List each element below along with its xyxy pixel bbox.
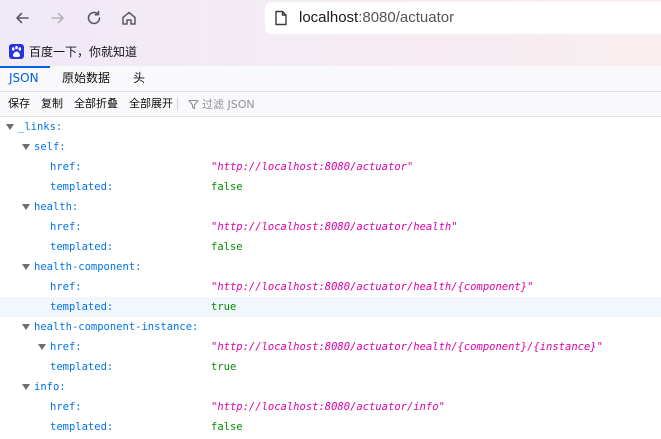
tree-row-health-component[interactable]: health-component: <box>0 257 661 277</box>
expand-twisty-icon[interactable] <box>6 124 14 130</box>
expand-twisty-icon[interactable] <box>22 264 30 270</box>
json-boolean-value: false <box>211 421 243 433</box>
json-boolean-value: false <box>211 181 243 193</box>
active-tab-indicator <box>0 66 50 68</box>
json-string-value: "http://localhost:8080/actuator/info" <box>211 401 445 413</box>
tab-json[interactable]: JSON <box>9 66 39 91</box>
tree-row-info[interactable]: info: <box>0 377 661 397</box>
tree-row-templated[interactable]: templated: false <box>0 237 661 257</box>
json-key: templated: <box>50 241 114 253</box>
json-string-value: "http://localhost:8080/actuator/health/{… <box>211 281 534 293</box>
tree-row-health-component-instance[interactable]: health-component-instance: <box>0 317 661 337</box>
collapse-all-button[interactable]: 全部折叠 <box>74 92 118 116</box>
filter-icon <box>188 99 199 109</box>
json-key: href: <box>50 161 82 173</box>
tree-row-templated[interactable]: templated: false <box>0 177 661 197</box>
home-icon <box>122 11 136 25</box>
arrow-right-icon <box>51 12 64 24</box>
tree-row-links[interactable]: _links: <box>0 117 661 137</box>
reload-button[interactable] <box>82 6 106 30</box>
tab-headers[interactable]: 头 <box>133 66 145 91</box>
tree-row-href[interactable]: href: "http://localhost:8080/actuator/he… <box>0 277 661 297</box>
tree-row-href[interactable]: href: "http://localhost:8080/actuator/he… <box>0 217 661 237</box>
home-button[interactable] <box>117 6 141 30</box>
tree-row-href[interactable]: href: "http://localhost:8080/actuator/in… <box>0 397 661 417</box>
json-key: health-component: <box>34 261 142 273</box>
expand-twisty-icon[interactable] <box>38 344 46 350</box>
json-key: href: <box>50 281 82 293</box>
tree-row-health[interactable]: health: <box>0 197 661 217</box>
expand-all-button[interactable]: 全部展开 <box>129 92 173 116</box>
filter-json-input[interactable]: 过滤 JSON <box>188 92 255 116</box>
json-key: href: <box>50 401 82 413</box>
json-key: templated: <box>50 181 114 193</box>
json-key: templated: <box>50 421 114 433</box>
expand-twisty-icon[interactable] <box>22 204 30 210</box>
expand-twisty-icon[interactable] <box>22 144 30 150</box>
baidu-paw-icon <box>9 44 24 59</box>
tree-row-templated[interactable]: templated: false <box>0 417 661 437</box>
tree-row-templated[interactable]: templated: true <box>0 297 661 317</box>
reload-icon <box>87 10 101 25</box>
tree-row-href[interactable]: href: "http://localhost:8080/actuator" <box>0 157 661 177</box>
toolbar-divider <box>177 97 178 111</box>
bookmark-baidu[interactable]: 百度一下，你就知道 <box>9 43 137 60</box>
back-button[interactable] <box>10 6 34 30</box>
browser-toolbar: localhost:8080/actuator 百度一下，你就知道 <box>0 0 661 66</box>
json-string-value: "http://localhost:8080/actuator/health" <box>211 221 458 233</box>
url-path: :8080/actuator <box>358 9 455 26</box>
save-button[interactable]: 保存 <box>8 92 30 116</box>
arrow-left-icon <box>16 12 29 24</box>
bookmark-label: 百度一下，你就知道 <box>29 45 138 59</box>
json-key: health-component-instance: <box>34 321 199 333</box>
json-key: href: <box>50 221 82 233</box>
copy-button[interactable]: 复制 <box>41 92 63 116</box>
json-string-value: "http://localhost:8080/actuator/health/{… <box>211 341 603 353</box>
json-key: _links: <box>18 121 63 133</box>
viewer-tabs: JSON 原始数据 头 <box>0 66 661 92</box>
forward-button[interactable] <box>46 6 70 30</box>
json-key: templated: <box>50 361 114 373</box>
json-key: href: <box>50 341 82 353</box>
tree-row-href[interactable]: href: "http://localhost:8080/actuator/he… <box>0 337 661 357</box>
json-boolean-value: true <box>211 361 237 373</box>
url-text[interactable]: localhost:8080/actuator <box>299 9 454 26</box>
url-host: localhost <box>299 9 359 26</box>
tab-raw-data[interactable]: 原始数据 <box>62 66 110 91</box>
page-icon <box>275 10 287 26</box>
json-boolean-value: true <box>211 301 237 313</box>
json-key: self: <box>34 141 66 153</box>
tree-row-templated[interactable]: templated: true <box>0 357 661 377</box>
json-key: health: <box>34 201 79 213</box>
json-string-value: "http://localhost:8080/actuator" <box>211 161 414 173</box>
url-bar[interactable]: localhost:8080/actuator <box>265 2 661 34</box>
filter-placeholder: 过滤 JSON <box>202 98 255 111</box>
json-key: info: <box>34 381 66 393</box>
json-toolbar: 保存 复制 全部折叠 全部展开 过滤 JSON <box>0 92 661 117</box>
tree-row-self[interactable]: self: <box>0 137 661 157</box>
json-boolean-value: false <box>211 241 243 253</box>
expand-twisty-icon[interactable] <box>22 384 30 390</box>
expand-twisty-icon[interactable] <box>22 324 30 330</box>
json-key: templated: <box>50 301 114 313</box>
